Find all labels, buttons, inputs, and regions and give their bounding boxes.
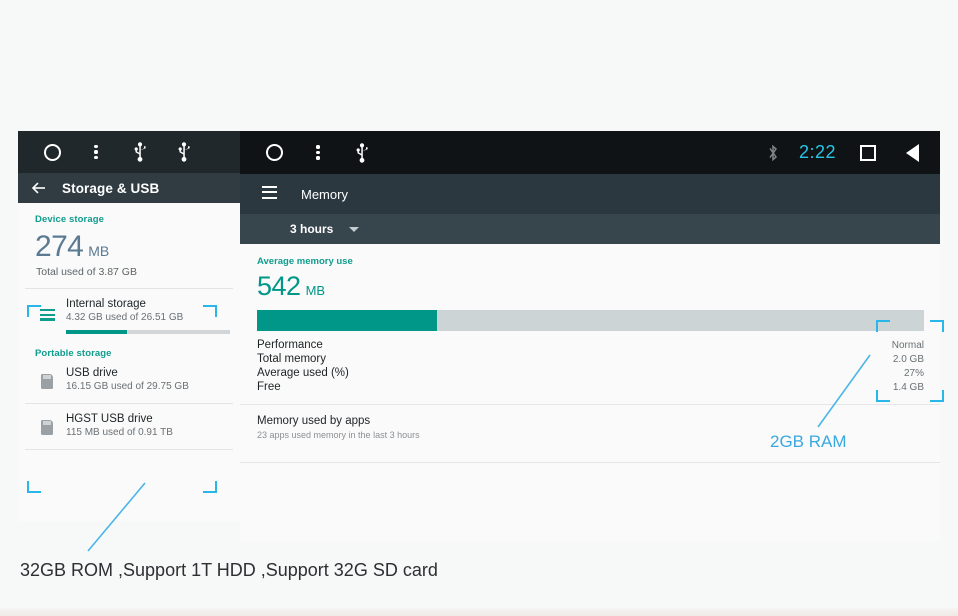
screenshot-root: Storage & USB Device storage 274 MB Tota… [0,0,958,616]
left-status-bar [18,131,240,173]
ram-callout-label: 2GB RAM [770,432,847,451]
hgst-usb-drive-name: HGST USB drive [66,412,153,425]
usb-icon[interactable] [340,132,384,174]
back-triangle-icon[interactable] [890,132,934,174]
usb-icon[interactable] [118,131,162,173]
sd-card-icon [32,413,62,435]
back-arrow-icon[interactable] [30,179,48,197]
table-row: Total memory 2.0 GB [257,352,924,366]
bluetooth-icon [751,132,795,174]
time-range-value[interactable]: 3 hours [290,222,333,236]
bottom-edge-gradient [0,607,958,616]
divider [25,448,233,450]
internal-storage-sub: 4.32 GB used of 26.51 GB [66,312,184,323]
time-range-bar: 3 hours [240,214,940,244]
device-storage-total: Total used of 3.87 GB [36,266,137,278]
home-circle-icon[interactable] [252,132,296,174]
internal-storage-progress [66,330,230,334]
storage-usb-panel: Storage & USB Device storage 274 MB Tota… [18,131,240,521]
stat-key: Average used (%) [257,367,349,379]
usb-drive-sub: 16.15 GB used of 29.75 GB [66,380,189,392]
home-circle-icon[interactable] [30,131,74,173]
list-item[interactable]: USB drive 16.15 GB used of 29.75 GB [18,359,240,392]
overflow-menu-icon[interactable] [296,132,340,174]
usb-icon[interactable] [162,131,206,173]
average-memory-card: Average memory use 542 MB Performance No… [240,244,940,394]
average-memory-label: Average memory use [257,256,353,267]
rom-callout-label: 32GB ROM ,Support 1T HDD ,Support 32G SD… [20,560,438,580]
table-row: Free 1.4 GB [257,380,924,394]
overflow-menu-icon[interactable] [74,131,118,173]
memory-content: Average memory use 542 MB Performance No… [240,244,940,463]
memory-used-by-apps-title: Memory used by apps [257,415,371,427]
stat-value: 1.4 GB [892,382,924,393]
portable-storage-label: Portable storage [35,347,112,359]
device-storage-amount: 274 MB [18,225,240,264]
hamburger-menu-icon[interactable] [262,186,277,202]
stat-key: Free [257,381,281,393]
average-memory-unit: MB [305,283,326,298]
hgst-usb-drive-sub: 115 MB used of 0.91 TB [66,426,173,438]
device-storage-label: Device storage [35,214,104,225]
page-title: Storage & USB [62,180,160,196]
memory-usage-bar [257,310,924,331]
storage-toolbar: Storage & USB [18,173,240,203]
divider [240,462,940,463]
status-clock: 2:22 [798,142,836,162]
stat-value: 2.0 GB [892,354,924,365]
storage-lines-icon [32,298,62,323]
table-row: Performance Normal [257,338,924,352]
storage-content: Device storage 274 MB Total used of 3.87… [18,203,240,521]
stat-value: 27% [903,368,924,379]
table-row: Average used (%) 27% [257,366,924,380]
stat-value: Normal [891,340,924,351]
memory-panel: 2:22 Memory 3 hours Average memory use 5… [240,131,940,542]
stat-key: Total memory [257,353,327,365]
device-storage-unit: MB [88,243,110,259]
memory-stats-list: Performance Normal Total memory 2.0 GB A… [257,331,924,394]
internal-storage-name: Internal storage [66,298,146,310]
sd-card-icon [32,367,62,389]
memory-page-title: Memory [301,186,348,202]
memory-toolbar: Memory [240,174,940,214]
list-item[interactable]: Internal storage 4.32 GB used of 26.51 G… [18,289,240,334]
recents-square-icon[interactable] [846,132,890,174]
right-status-bar: 2:22 [240,131,940,174]
usb-drive-name: USB drive [66,366,118,379]
chevron-down-icon[interactable] [349,226,360,232]
device-storage-value: 274 [35,230,84,263]
stat-key: Performance [257,339,323,351]
list-item[interactable]: HGST USB drive 115 MB used of 0.91 TB [18,404,240,438]
average-memory-value: 542 [257,271,301,301]
